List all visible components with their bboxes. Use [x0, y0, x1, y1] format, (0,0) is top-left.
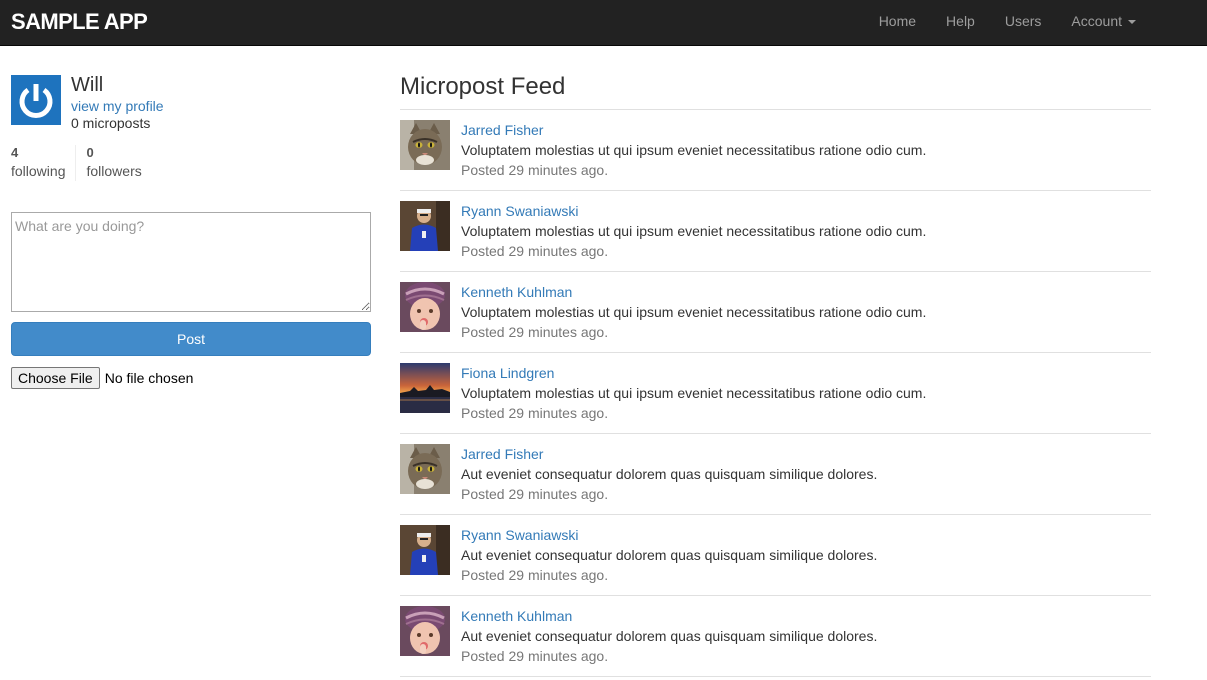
post-timestamp: Posted 29 minutes ago.	[461, 648, 609, 664]
child-avatar-icon[interactable]	[400, 282, 450, 332]
gravatar[interactable]	[11, 75, 61, 125]
post-user-link[interactable]: Kenneth Kuhlman	[461, 284, 572, 300]
post-user-link[interactable]: Kenneth Kuhlman	[461, 608, 572, 624]
power-icon	[11, 75, 61, 125]
post-content: Voluptatem molestias ut qui ipsum evenie…	[461, 223, 927, 239]
view-profile-link[interactable]: view my profile	[71, 98, 164, 114]
post-user-link[interactable]: Ryann Swaniawski	[461, 527, 579, 543]
micropost-form: Post Choose File No file chosen	[11, 212, 371, 389]
followers-stat[interactable]: 0 followers	[75, 145, 151, 181]
post-timestamp: Posted 29 minutes ago.	[461, 324, 609, 340]
post-timestamp: Posted 29 minutes ago.	[461, 486, 609, 502]
choose-file-button[interactable]: Choose File	[11, 367, 100, 389]
post-user-link[interactable]: Fiona Lindgren	[461, 365, 554, 381]
nav-links: Home Help Users Account	[864, 0, 1151, 46]
nav-home[interactable]: Home	[864, 0, 931, 46]
micropost-feed: Micropost Feed Jarred Fisher Voluptatem m…	[400, 73, 1151, 677]
following-count: 4	[11, 145, 19, 160]
following-stat[interactable]: 4 following	[11, 145, 75, 181]
post-content: Voluptatem molestias ut qui ipsum evenie…	[461, 142, 927, 158]
post-user-link[interactable]: Jarred Fisher	[461, 122, 543, 138]
nav-help[interactable]: Help	[931, 0, 990, 46]
child-avatar-icon[interactable]	[400, 606, 450, 656]
nav-users[interactable]: Users	[990, 0, 1057, 46]
feed-item: Fiona Lindgren Voluptatem molestias ut qu…	[400, 353, 1151, 434]
person-blue-avatar-icon[interactable]	[400, 201, 450, 251]
feed-list: Jarred Fisher Voluptatem molestias ut qui…	[400, 110, 1151, 677]
user-name: Will	[71, 74, 104, 96]
following-label: following	[11, 163, 66, 179]
file-upload: Choose File No file chosen	[11, 367, 371, 389]
followers-count: 0	[86, 145, 94, 160]
file-status: No file chosen	[104, 370, 194, 386]
feed-item: Ryann Swaniawski Voluptatem molestias ut …	[400, 191, 1151, 272]
sunset-avatar-icon[interactable]	[400, 363, 450, 413]
caret-down-icon	[1128, 20, 1136, 24]
post-user-link[interactable]: Ryann Swaniawski	[461, 203, 579, 219]
brand-logo[interactable]: sample app	[11, 9, 148, 35]
feed-title: Micropost Feed	[400, 73, 1151, 110]
feed-item: Ryann Swaniawski Aut eveniet consequatur …	[400, 515, 1151, 596]
feed-item: Jarred Fisher Aut eveniet consequatur dol…	[400, 434, 1151, 515]
feed-item: Kenneth Kuhlman Voluptatem molestias ut q…	[400, 272, 1151, 353]
feed-item: Jarred Fisher Voluptatem molestias ut qui…	[400, 110, 1151, 191]
followers-label: followers	[86, 163, 142, 179]
cat-avatar-icon[interactable]	[400, 444, 450, 494]
post-content: Voluptatem molestias ut qui ipsum evenie…	[461, 385, 927, 401]
micropost-count: 0 microposts	[71, 115, 151, 131]
post-user-link[interactable]: Jarred Fisher	[461, 446, 543, 462]
navbar: sample app Home Help Users Account	[0, 0, 1207, 46]
post-timestamp: Posted 29 minutes ago.	[461, 162, 609, 178]
post-content: Voluptatem molestias ut qui ipsum evenie…	[461, 304, 927, 320]
feed-item: Kenneth Kuhlman Aut eveniet consequatur d…	[400, 596, 1151, 677]
post-button[interactable]: Post	[11, 322, 371, 356]
post-content: Aut eveniet consequatur dolorem quas qui…	[461, 628, 878, 644]
post-content: Aut eveniet consequatur dolorem quas qui…	[461, 547, 878, 563]
micropost-textarea[interactable]	[11, 212, 371, 312]
post-timestamp: Posted 29 minutes ago.	[461, 567, 609, 583]
cat-avatar-icon[interactable]	[400, 120, 450, 170]
nav-account-dropdown[interactable]: Account	[1056, 0, 1151, 46]
post-timestamp: Posted 29 minutes ago.	[461, 405, 609, 421]
follow-stats: 4 following 0 followers	[11, 145, 152, 181]
person-blue-avatar-icon[interactable]	[400, 525, 450, 575]
nav-account-label: Account	[1071, 13, 1122, 29]
post-timestamp: Posted 29 minutes ago.	[461, 243, 609, 259]
post-content: Aut eveniet consequatur dolorem quas qui…	[461, 466, 878, 482]
